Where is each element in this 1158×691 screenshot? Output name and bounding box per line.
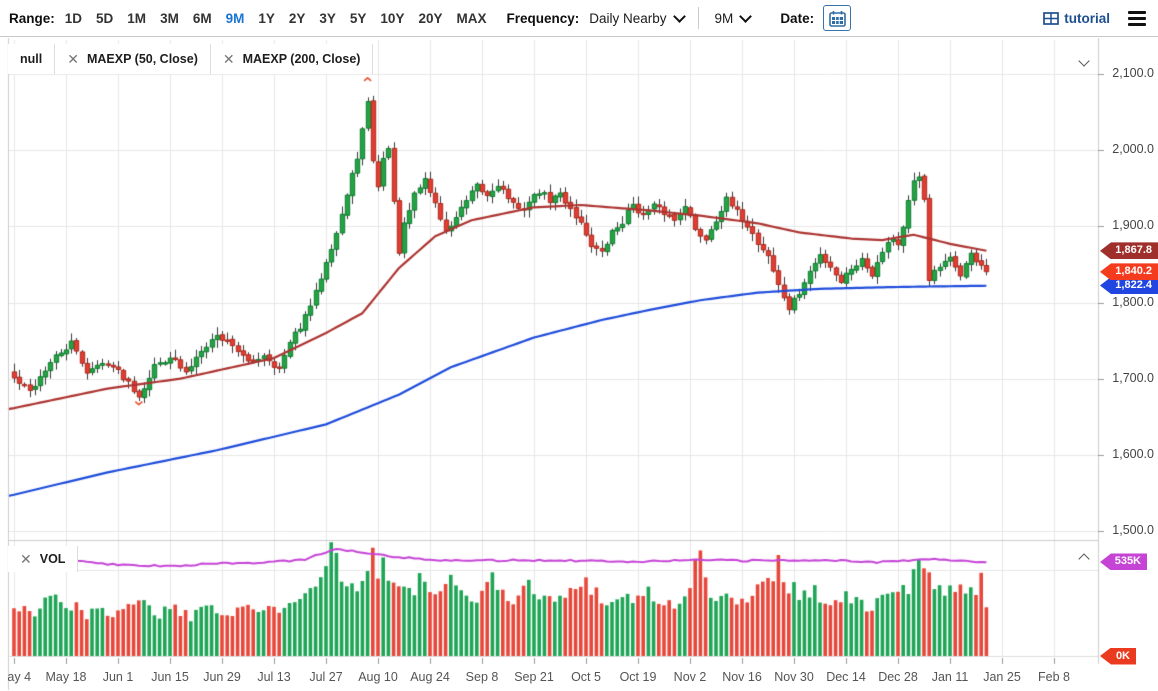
x-axis-tick-label: Sep 8 xyxy=(466,670,499,684)
x-axis-tick-label: Jun 15 xyxy=(151,670,189,684)
x-axis-tick-label: Aug 24 xyxy=(410,670,450,684)
chevron-down-icon xyxy=(739,10,752,23)
period-dropdown[interactable]: 9M xyxy=(715,11,751,26)
volume-legend-row: ✕ VOL xyxy=(8,546,78,572)
x-axis-tick-label: May 18 xyxy=(46,670,87,684)
x-axis-tick-label: Dec 14 xyxy=(826,670,866,684)
y-axis-tick-label: 2,000.0 xyxy=(1104,142,1154,156)
x-axis-tick-label: Jun 29 xyxy=(203,670,241,684)
collapse-price-panel-button[interactable] xyxy=(1072,52,1092,68)
x-axis-tick-label: Nov 16 xyxy=(722,670,762,684)
x-axis-tick-label: Dec 28 xyxy=(878,670,918,684)
range-option-20y[interactable]: 20Y xyxy=(418,11,442,26)
legend-chip-vol[interactable]: ✕ VOL xyxy=(8,546,78,572)
range-option-5y[interactable]: 5Y xyxy=(350,11,367,26)
toolbar: Range: 1D 5D 1M 3M 6M 9M 1Y 2Y 3Y 5Y 10Y 20Y MAX Fre… xyxy=(0,0,1158,37)
range-option-1y[interactable]: 1Y xyxy=(258,11,275,26)
x-axis-tick-label: Jul 13 xyxy=(257,670,290,684)
y-axis-tick-label: 1,800.0 xyxy=(1104,295,1154,309)
tutorial-link[interactable]: tutorial xyxy=(1043,11,1110,26)
x-axis-tick-label: Feb 8 xyxy=(1038,670,1070,684)
legend-chip-label: null xyxy=(20,52,42,66)
range-option-2y[interactable]: 2Y xyxy=(289,11,306,26)
range-option-6m[interactable]: 6M xyxy=(193,11,212,26)
y-axis-tick-label: 1,500.0 xyxy=(1104,523,1154,537)
toolbar-right-group: tutorial xyxy=(1043,8,1146,29)
chevron-up-icon xyxy=(1078,553,1089,564)
chevron-down-icon xyxy=(1078,55,1089,66)
range-options: 1D 5D 1M 3M 6M 9M 1Y 2Y 3Y 5Y 10Y 20Y MAX xyxy=(65,11,501,26)
x-axis-tick-label: Oct 5 xyxy=(571,670,601,684)
legend-chip-label: MAEXP (200, Close) xyxy=(243,52,361,66)
close-icon[interactable]: ✕ xyxy=(67,52,79,66)
x-axis-tick-label: Nov 30 xyxy=(774,670,814,684)
legend-chip-maexp200[interactable]: ✕ MAEXP (200, Close) xyxy=(211,44,374,74)
frequency-label: Frequency: xyxy=(506,11,579,26)
frequency-dropdown[interactable]: Daily Nearby xyxy=(589,11,683,26)
range-option-3y[interactable]: 3Y xyxy=(319,11,336,26)
toolbar-divider xyxy=(698,7,699,29)
x-axis-tick-label: Aug 10 xyxy=(358,670,398,684)
x-axis-tick-label: Jan 25 xyxy=(983,670,1021,684)
range-option-5d[interactable]: 5D xyxy=(96,11,113,26)
y-axis-tick-label: 1,600.0 xyxy=(1104,447,1154,461)
date-label: Date: xyxy=(780,11,814,26)
chart-application: Range: 1D 5D 1M 3M 6M 9M 1Y 2Y 3Y 5Y 10Y 20Y MAX Fre… xyxy=(0,0,1158,691)
last-price-tag: 1,840.2 xyxy=(1100,263,1158,280)
x-axis-tick-label: Sep 21 xyxy=(514,670,554,684)
film-icon xyxy=(1043,12,1059,25)
range-option-1d[interactable]: 1D xyxy=(65,11,82,26)
ma50-value-tag: 1,867.8 xyxy=(1100,242,1158,259)
x-axis-tick-label: Jan 11 xyxy=(932,670,969,684)
legend-chip-label: VOL xyxy=(40,552,66,566)
x-axis-tick-label: May 4 xyxy=(8,670,31,684)
price-volume-chart-canvas[interactable] xyxy=(0,38,1158,691)
y-axis-tick-label: 1,900.0 xyxy=(1104,218,1154,232)
close-icon[interactable]: ✕ xyxy=(223,52,235,66)
legend-chip-maexp50[interactable]: ✕ MAEXP (50, Close) xyxy=(55,44,211,74)
tutorial-label: tutorial xyxy=(1064,11,1110,26)
legend-row: null ✕ MAEXP (50, Close) ✕ MAEXP (200, C… xyxy=(8,44,373,74)
x-axis-tick-label: Jul 27 xyxy=(309,670,342,684)
x-axis-tick-label: Jun 1 xyxy=(103,670,134,684)
x-axis-labels: May 4 May 18 Jun 1 Jun 15 Jun 29 Jul 13 Jul 27… xyxy=(8,668,1158,688)
expand-volume-panel-button[interactable] xyxy=(1072,550,1092,566)
date-picker-button[interactable] xyxy=(823,5,851,31)
calendar-icon xyxy=(829,10,846,27)
x-axis-tick-label: Oct 19 xyxy=(620,670,657,684)
chevron-down-icon xyxy=(673,10,686,23)
range-option-1m[interactable]: 1M xyxy=(127,11,146,26)
close-icon[interactable]: ✕ xyxy=(20,552,32,566)
chart-area: null ✕ MAEXP (50, Close) ✕ MAEXP (200, C… xyxy=(0,38,1158,691)
range-option-9m[interactable]: 9M xyxy=(226,11,245,26)
y-axis-tick-label: 2,100.0 xyxy=(1104,66,1154,80)
range-option-max[interactable]: MAX xyxy=(456,11,486,26)
legend-chip-symbol[interactable]: null xyxy=(8,44,55,74)
range-label: Range: xyxy=(9,11,55,26)
period-value: 9M xyxy=(715,11,734,26)
legend-chip-label: MAEXP (50, Close) xyxy=(87,52,198,66)
y-axis-tick-label: 1,700.0 xyxy=(1104,371,1154,385)
range-option-10y[interactable]: 10Y xyxy=(380,11,404,26)
menu-icon[interactable] xyxy=(1128,8,1146,29)
range-option-3m[interactable]: 3M xyxy=(160,11,179,26)
frequency-value: Daily Nearby xyxy=(589,11,666,26)
x-axis-tick-label: Nov 2 xyxy=(674,670,707,684)
